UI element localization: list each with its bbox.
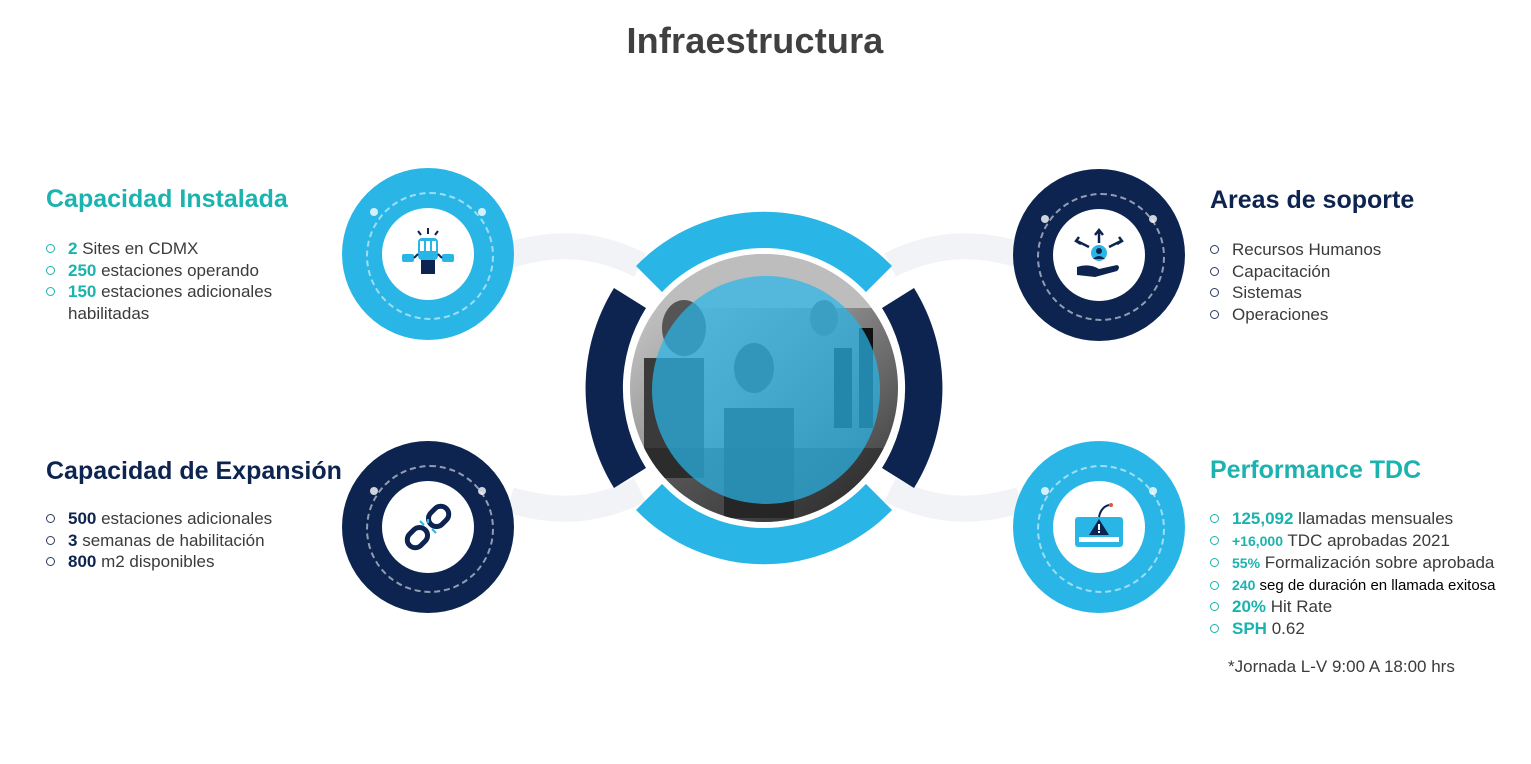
list-item: 800 m2 disponibles — [46, 551, 272, 573]
list-item: 150 estaciones adicionales — [46, 281, 272, 303]
performance-tdc-list: 125,092 llamadas mensuales +16,000 TDC a… — [1210, 508, 1496, 639]
list-item-continuation: habilitadas — [68, 303, 150, 323]
performance-tdc-heading: Performance TDC — [1210, 456, 1422, 484]
list-item: 125,092 llamadas mensuales — [1210, 508, 1496, 530]
list-item: 20% Hit Rate — [1210, 596, 1496, 618]
capacidad-expansion-badge — [342, 441, 514, 613]
areas-soporte-badge — [1013, 169, 1185, 341]
capacidad-instalada-badge — [342, 168, 514, 340]
list-item: 250 estaciones operando — [46, 260, 272, 282]
list-item: Operaciones — [1210, 304, 1381, 326]
list-item: +16,000 TDC aprobadas 2021 — [1210, 530, 1496, 553]
broken-chain-icon — [404, 503, 452, 551]
support-hand-icon — [1074, 227, 1124, 277]
list-item: 55% Formalización sobre aprobada — [1210, 552, 1496, 575]
areas-soporte-list: Recursos Humanos Capacitación Sistemas O… — [1210, 239, 1381, 325]
list-item: SPH 0.62 — [1210, 618, 1496, 640]
alert-device-icon — [1075, 503, 1123, 547]
list-item: 2 Sites en CDMX — [46, 238, 272, 260]
list-item: Sistemas — [1210, 282, 1381, 304]
list-item: 240 seg de duración en llamada exitosa — [1210, 575, 1496, 597]
list-item: Recursos Humanos — [1210, 239, 1381, 261]
capacidad-instalada-heading: Capacidad Instalada — [46, 185, 288, 213]
footnote: *Jornada L-V 9:00 A 18:00 hrs — [1228, 657, 1455, 676]
list-item: Capacitación — [1210, 261, 1381, 283]
center-graphic — [506, 211, 1024, 565]
capacidad-expansion-list: 500 estaciones adicionales 3 semanas de … — [46, 508, 272, 573]
list-item: 500 estaciones adicionales — [46, 508, 272, 530]
capacidad-instalada-list: 2 Sites en CDMX 250 estaciones operando … — [46, 238, 272, 324]
areas-soporte-heading: Areas de soporte — [1210, 186, 1415, 214]
raised-fist-icon — [402, 228, 454, 274]
list-item: 3 semanas de habilitación — [46, 530, 272, 552]
capacidad-expansion-heading: Capacidad de Expansión — [46, 457, 342, 485]
performance-tdc-badge — [1013, 441, 1185, 613]
